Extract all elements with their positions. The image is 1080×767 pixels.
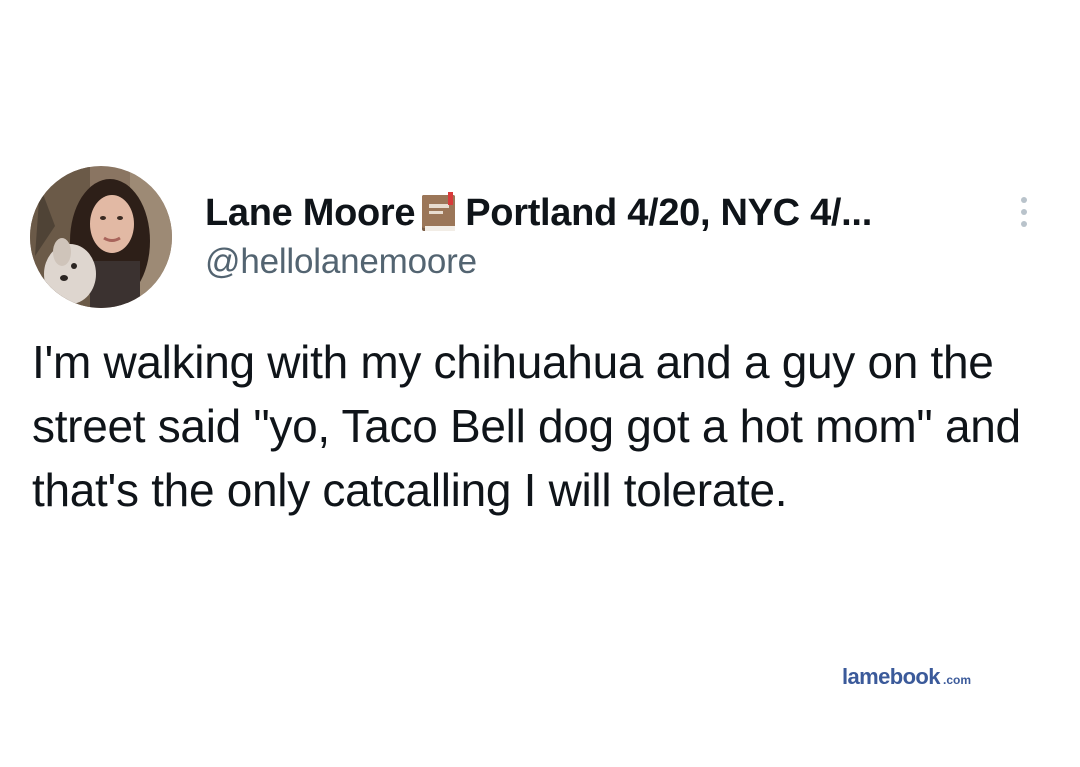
tweet-text: I'm walking with my chihuahua and a guy … xyxy=(32,336,1021,516)
avatar-photo xyxy=(30,166,172,308)
book-icon xyxy=(419,192,459,234)
svg-text:lamebook: lamebook xyxy=(842,664,941,689)
more-options-button[interactable] xyxy=(1012,194,1036,234)
name-line: Lane Moore Portland 4/20, NYC 4/... xyxy=(205,190,1005,236)
more-dots-icon xyxy=(1021,197,1027,227)
display-name-suffix: Portland 4/20, NYC 4/... xyxy=(465,191,872,234)
avatar[interactable] xyxy=(30,166,172,308)
svg-text:.com: .com xyxy=(943,673,971,687)
tweet-card: Lane Moore Portland 4/20, NYC 4/... @hel… xyxy=(0,0,1080,767)
watermark-logo: lamebook .com xyxy=(842,660,982,694)
tweet-header: Lane Moore Portland 4/20, NYC 4/... @hel… xyxy=(205,190,1005,282)
user-handle[interactable]: @hellolanemoore xyxy=(205,242,1005,282)
display-name[interactable]: Lane Moore xyxy=(205,192,416,235)
